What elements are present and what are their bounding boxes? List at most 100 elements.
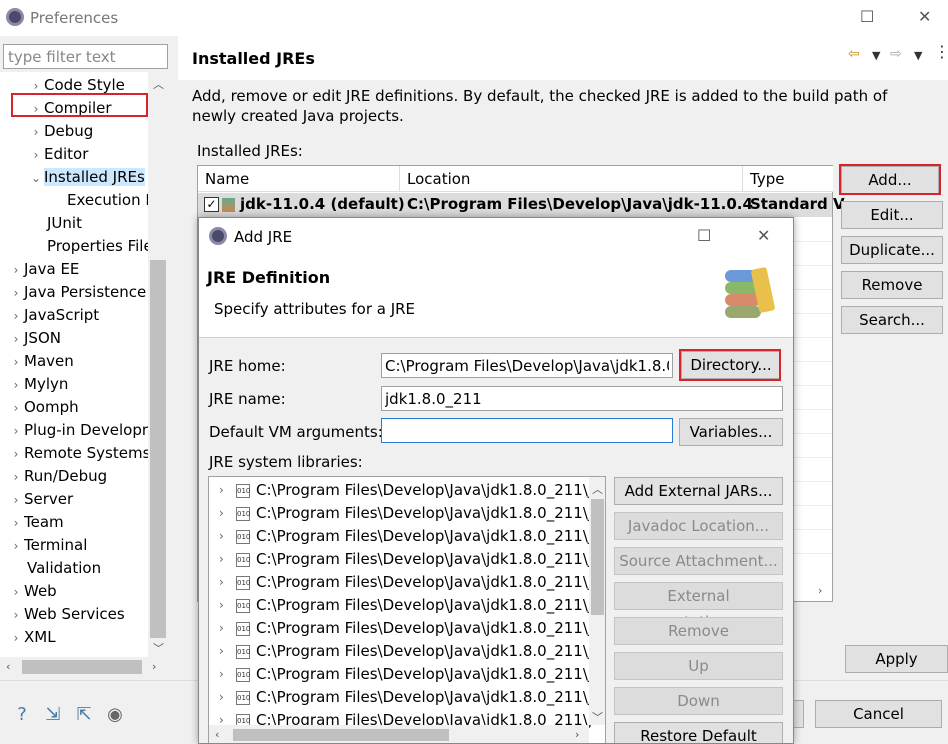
add-external-jars-button[interactable]: Add External JARs... [614, 477, 783, 505]
tree-item-plugin-development[interactable]: › Plug-in Developr [8, 419, 148, 442]
jar-file-icon: 010 [236, 645, 250, 659]
libraries-scroll-thumb[interactable] [591, 499, 604, 615]
tree-item-maven[interactable]: › Maven [8, 350, 74, 373]
tree-item-remote-systems[interactable]: › Remote Systems [8, 442, 151, 465]
installed-jres-label: Installed JREs: [197, 142, 303, 160]
edit-jre-button[interactable]: Edit... [841, 201, 943, 229]
jar-file-icon: 010 [236, 691, 250, 705]
window-titlebar: Preferences ☐ ✕ [0, 0, 948, 36]
scroll-down-icon[interactable]: ﹀ [592, 709, 603, 725]
chevron-right-icon: › [219, 621, 224, 635]
tree-item-execution-environments[interactable]: Execution E [67, 189, 155, 212]
import-icon[interactable]: ⇲ [42, 704, 64, 726]
tree-item-web[interactable]: › Web [8, 580, 57, 603]
chevron-right-icon: › [13, 401, 19, 415]
vm-args-input[interactable] [381, 418, 673, 443]
tree-item-run-debug[interactable]: › Run/Debug [8, 465, 108, 488]
move-up-button[interactable]: Up [614, 652, 783, 680]
column-header-location[interactable]: Location [400, 166, 743, 192]
libraries-hscroll-thumb[interactable] [233, 729, 449, 741]
libraries-vertical-scrollbar[interactable]: ︿ ﹀ [589, 477, 605, 725]
tree-item-terminal[interactable]: › Terminal [8, 534, 88, 557]
jre-name-input[interactable] [381, 386, 783, 411]
variables-button[interactable]: Variables... [679, 418, 783, 446]
tree-item-java-ee[interactable]: › Java EE [8, 258, 80, 281]
tree-item-server[interactable]: › Server [8, 488, 74, 511]
forward-arrow-icon[interactable]: ⇨ [890, 46, 902, 62]
column-header-type[interactable]: Type [743, 166, 833, 192]
external-annotations-button[interactable]: External annotations... [614, 582, 783, 631]
jar-file-icon: 010 [236, 507, 250, 521]
search-jre-button[interactable]: Search... [841, 306, 943, 334]
table-scroll-right-icon[interactable]: › [818, 584, 822, 597]
tree-item-junit[interactable]: JUnit [47, 212, 82, 235]
tree-item-javascript[interactable]: › JavaScript [8, 304, 100, 327]
remove-jre-button[interactable]: Remove [841, 271, 943, 299]
jre-name-cell: jdk-11.0.4 (default) [240, 195, 405, 213]
cancel-button[interactable]: Cancel [815, 700, 942, 728]
scroll-down-icon[interactable]: ﹀ [153, 640, 164, 656]
remove-library-button[interactable]: Remove [614, 617, 783, 645]
column-header-name[interactable]: Name [198, 166, 400, 192]
scroll-up-icon[interactable]: ︿ [153, 76, 164, 92]
forward-dropdown-icon[interactable]: ▼ [914, 49, 922, 62]
tree-scroll-thumb[interactable] [150, 260, 166, 638]
tree-item-editor[interactable]: › Editor [28, 143, 89, 166]
filter-input[interactable] [3, 44, 168, 69]
chevron-right-icon: › [33, 148, 39, 162]
chevron-right-icon: › [219, 690, 224, 704]
scroll-left-icon[interactable]: ‹ [6, 660, 10, 673]
chevron-right-icon: › [13, 309, 19, 323]
apply-button[interactable]: Apply [845, 645, 948, 673]
chevron-right-icon: › [13, 585, 19, 599]
duplicate-jre-button[interactable]: Duplicate... [841, 236, 943, 264]
tree-item-validation[interactable]: Validation [27, 557, 101, 580]
jre-library-icon [222, 198, 235, 212]
source-attachment-button[interactable]: Source Attachment... [614, 547, 783, 575]
highlight-directory-button [679, 349, 781, 381]
close-icon[interactable]: ✕ [918, 7, 931, 26]
table-row[interactable]: ✓ jdk-11.0.4 (default) C:\Program Files\… [198, 193, 845, 217]
tree-item-properties-file[interactable]: Properties File [47, 235, 153, 258]
jar-file-icon: 010 [236, 553, 250, 567]
jar-file-icon: 010 [236, 530, 250, 544]
default-jre-checkbox[interactable]: ✓ [204, 197, 219, 212]
export-icon[interactable]: ⇱ [73, 704, 95, 726]
tree-item-web-services[interactable]: › Web Services [8, 603, 125, 626]
back-dropdown-icon[interactable]: ▼ [872, 49, 880, 62]
maximize-icon[interactable]: ☐ [860, 7, 874, 26]
javadoc-location-button[interactable]: Javadoc Location... [614, 512, 783, 540]
chevron-right-icon: › [219, 575, 224, 589]
tree-item-xml[interactable]: › XML [8, 626, 56, 649]
move-down-button[interactable]: Down [614, 687, 783, 715]
tree-item-json[interactable]: › JSON [8, 327, 61, 350]
help-icon[interactable]: ? [11, 704, 33, 726]
scroll-up-icon[interactable]: ︿ [592, 481, 603, 497]
tree-item-java-persistence[interactable]: › Java Persistence [8, 281, 147, 304]
tree-horizontal-scrollbar[interactable]: ‹ › [0, 657, 168, 677]
highlight-installed-jres [11, 93, 148, 117]
tree-item-oomph[interactable]: › Oomph [8, 396, 79, 419]
view-menu-icon[interactable]: ⋮ [934, 42, 948, 61]
tree-item-mylyn[interactable]: › Mylyn [8, 373, 69, 396]
chevron-right-icon: › [13, 539, 19, 553]
dialog-maximize-icon[interactable]: ☐ [697, 226, 711, 245]
scroll-right-icon[interactable]: › [152, 660, 156, 673]
restore-default-button[interactable]: Restore Default [614, 722, 783, 743]
scroll-left-icon[interactable]: ‹ [215, 728, 219, 741]
dialog-close-icon[interactable]: ✕ [757, 226, 770, 245]
tree-item-team[interactable]: › Team [8, 511, 64, 534]
tree-item-debug[interactable]: › Debug [28, 120, 94, 143]
scroll-right-icon[interactable]: › [575, 728, 579, 741]
tree-item-installed-jres[interactable]: ⌄ Installed JREs [28, 166, 145, 189]
jar-file-icon: 010 [236, 622, 250, 636]
record-icon[interactable]: ◉ [104, 704, 126, 726]
jre-name-label: JRE name: [209, 390, 286, 408]
jre-home-input[interactable] [381, 353, 673, 378]
tree-hscroll-thumb[interactable] [22, 660, 142, 674]
back-arrow-icon[interactable]: ⇦ [848, 46, 860, 62]
tree-vertical-scrollbar[interactable]: ︿ ﹀ [148, 72, 168, 657]
libraries-horizontal-scrollbar[interactable]: ‹ › [209, 725, 589, 743]
chevron-right-icon: › [33, 125, 39, 139]
chevron-right-icon: › [13, 355, 19, 369]
